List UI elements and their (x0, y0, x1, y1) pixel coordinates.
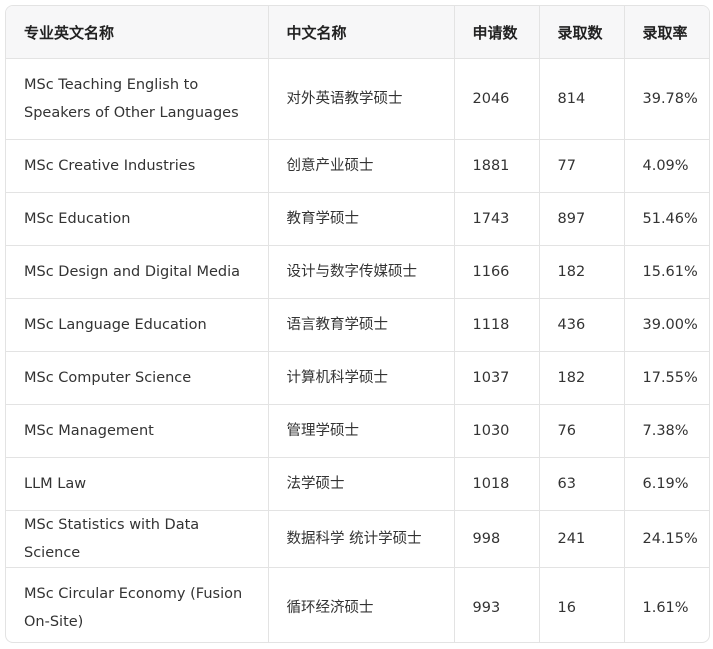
cell-admissions: 182 (539, 245, 625, 299)
cell-applications: 1118 (454, 298, 540, 352)
cell-chinese-name: 管理学硕士 (268, 404, 455, 458)
cell-applications: 993 (454, 567, 540, 642)
cell-applications: 998 (454, 510, 540, 568)
cell-admissions: 77 (539, 139, 625, 193)
cell-admissions: 182 (539, 351, 625, 405)
cell-applications: 1037 (454, 351, 540, 405)
cell-admissions: 436 (539, 298, 625, 352)
admissions-table-container: 专业英文名称 中文名称 申请数 录取数 录取率 MSc Teaching Eng… (5, 5, 710, 643)
cell-applications: 1743 (454, 192, 540, 246)
cell-admissions: 897 (539, 192, 625, 246)
table-row: MSc Computer Science 计算机科学硕士 1037 182 17… (6, 351, 709, 405)
cell-applications: 1018 (454, 457, 540, 511)
cell-admissions: 241 (539, 510, 625, 568)
cell-english-name: MSc Statistics with Data Science (6, 510, 269, 568)
cell-applications: 1881 (454, 139, 540, 193)
cell-english-name: LLM Law (6, 457, 269, 511)
table-row: MSc Design and Digital Media 设计与数字传媒硕士 1… (6, 245, 709, 299)
cell-chinese-name: 语言教育学硕士 (268, 298, 455, 352)
cell-admission-rate: 17.55% (624, 351, 709, 405)
cell-admissions: 16 (539, 567, 625, 642)
cell-english-name: MSc Creative Industries (6, 139, 269, 193)
table-row: MSc Education 教育学硕士 1743 897 51.46% (6, 192, 709, 246)
cell-admission-rate: 39.00% (624, 298, 709, 352)
cell-admission-rate: 51.46% (624, 192, 709, 246)
cell-admissions: 76 (539, 404, 625, 458)
cell-english-name: MSc Management (6, 404, 269, 458)
cell-admission-rate: 39.78% (624, 58, 709, 140)
cell-admissions: 814 (539, 58, 625, 140)
header-admissions: 录取数 (539, 6, 625, 59)
cell-chinese-name: 法学硕士 (268, 457, 455, 511)
cell-english-name: MSc Language Education (6, 298, 269, 352)
cell-english-name: MSc Teaching English to Speakers of Othe… (6, 58, 269, 140)
header-admission-rate: 录取率 (624, 6, 709, 59)
header-english-name: 专业英文名称 (6, 6, 269, 59)
cell-admission-rate: 15.61% (624, 245, 709, 299)
cell-chinese-name: 设计与数字传媒硕士 (268, 245, 455, 299)
cell-applications: 1166 (454, 245, 540, 299)
table-row: MSc Statistics with Data Science 数据科学 统计… (6, 510, 709, 568)
table-row: MSc Management 管理学硕士 1030 76 7.38% (6, 404, 709, 458)
cell-chinese-name: 对外英语教学硕士 (268, 58, 455, 140)
cell-applications: 1030 (454, 404, 540, 458)
cell-chinese-name: 教育学硕士 (268, 192, 455, 246)
cell-admission-rate: 1.61% (642, 600, 689, 616)
cell-chinese-name: 数据科学 统计学硕士 (268, 510, 455, 568)
table-row: MSc Teaching English to Speakers of Othe… (6, 58, 709, 140)
cell-english-name: MSc Design and Digital Media (6, 245, 269, 299)
cell-admission-rate: 6.19% (624, 457, 709, 511)
cell-applications: 2046 (454, 58, 540, 140)
cell-chinese-name: 创意产业硕士 (268, 139, 455, 193)
table-row: MSc Circular Economy (Fusion On-Site) 循环… (6, 567, 709, 642)
cell-english-name: MSc Computer Science (6, 351, 269, 405)
cell-admission-rate: 24.15% (624, 510, 709, 568)
admissions-table: 专业英文名称 中文名称 申请数 录取数 录取率 MSc Teaching Eng… (6, 6, 709, 642)
cell-admission-rate: 4.09% (624, 139, 709, 193)
cell-admission-rate: 7.38% (624, 404, 709, 458)
cell-chinese-name: 循环经济硕士 (268, 567, 455, 642)
table-header-row: 专业英文名称 中文名称 申请数 录取数 录取率 (6, 6, 709, 59)
table-row: MSc Creative Industries 创意产业硕士 1881 77 4… (6, 139, 709, 193)
cell-english-name: MSc Education (6, 192, 269, 246)
cell-chinese-name: 计算机科学硕士 (268, 351, 455, 405)
table-row: LLM Law 法学硕士 1018 63 6.19% (6, 457, 709, 511)
cell-admissions: 63 (539, 457, 625, 511)
header-chinese-name: 中文名称 (268, 6, 455, 59)
header-applications: 申请数 (454, 6, 540, 59)
cell-english-name: MSc Circular Economy (Fusion On-Site) (6, 567, 269, 642)
table-row: MSc Language Education 语言教育学硕士 1118 436 … (6, 298, 709, 352)
